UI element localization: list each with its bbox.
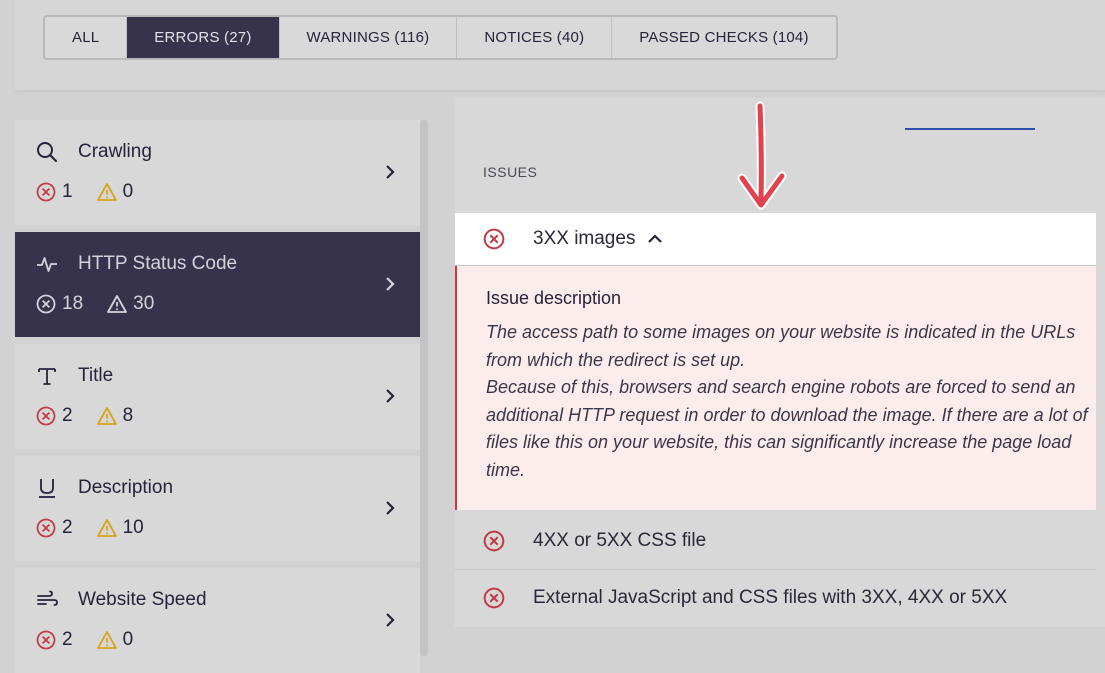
- issue-description-paragraph: Because of this, browsers and search eng…: [486, 377, 1088, 480]
- category-counts: 2 0: [36, 629, 133, 651]
- error-count: 2: [62, 405, 73, 426]
- error-icon: [36, 182, 56, 202]
- error-icon: [36, 294, 56, 314]
- warning-icon: [107, 295, 128, 313]
- text-t-icon: [38, 368, 56, 385]
- divider: [455, 569, 1096, 570]
- warning-icon: [96, 631, 117, 649]
- issue-title: 3XX images: [533, 228, 636, 249]
- tab-notices[interactable]: NOTICES (40): [457, 17, 613, 58]
- chevron-right-icon: [386, 613, 395, 627]
- chevron-right-icon: [386, 277, 395, 291]
- search-icon: [37, 142, 58, 163]
- warning-count: 0: [122, 629, 134, 650]
- error-count: 18: [62, 293, 84, 314]
- category-counts: 2 10: [36, 517, 144, 539]
- warning-icon: [96, 407, 117, 425]
- issue-row-external-js-css[interactable]: External JavaScript and CSS files with 3…: [455, 572, 1096, 624]
- issues-heading: ISSUES: [483, 164, 538, 180]
- error-icon: [483, 530, 505, 552]
- wind-icon: [37, 590, 58, 606]
- issue-row-4xx-css[interactable]: 4XX or 5XX CSS file: [455, 515, 1096, 567]
- error-count: 2: [62, 629, 73, 650]
- category-card-title[interactable]: Title 2 8: [15, 344, 420, 449]
- issue-filter-tabs: ALL ERRORS (27) WARNINGS (116) NOTICES (…: [43, 15, 838, 60]
- category-title: Title: [78, 365, 114, 386]
- tab-errors[interactable]: ERRORS (27): [127, 17, 280, 58]
- error-icon: [36, 630, 56, 650]
- pulse-icon: [37, 257, 57, 272]
- issue-description-panel: Issue description The access path to som…: [455, 266, 1096, 510]
- issue-title: 4XX or 5XX CSS file: [533, 530, 707, 551]
- tab-warnings[interactable]: WARNINGS (116): [280, 17, 458, 58]
- chevron-right-icon: [386, 165, 395, 179]
- warning-count: 0: [122, 181, 134, 202]
- link-underline[interactable]: [905, 128, 1035, 130]
- category-card-description[interactable]: Description 2 10: [15, 456, 420, 561]
- error-count: 2: [62, 517, 73, 538]
- issue-row-3xx-images[interactable]: 3XX images: [455, 213, 1096, 265]
- category-title: Crawling: [78, 141, 152, 162]
- issue-title: External JavaScript and CSS files with 3…: [533, 587, 1008, 608]
- issue-description-title: Issue description: [486, 288, 622, 308]
- issue-description-paragraph: The access path to some images on your w…: [486, 322, 1076, 370]
- warning-count: 10: [122, 517, 144, 538]
- category-title: Description: [78, 477, 174, 498]
- category-counts: 18 30: [36, 293, 154, 315]
- underline-u-icon: [39, 479, 55, 498]
- category-title: HTTP Status Code: [78, 253, 238, 274]
- category-counts: 2 8: [36, 405, 133, 427]
- error-icon: [36, 406, 56, 426]
- category-card-website-speed[interactable]: Website Speed 2 0: [15, 568, 420, 673]
- warning-icon: [96, 519, 117, 537]
- tab-all[interactable]: ALL: [45, 17, 128, 58]
- warning-count: 30: [133, 293, 155, 314]
- category-card-crawling[interactable]: Crawling 1 0: [15, 120, 420, 225]
- chevron-right-icon: [386, 389, 395, 403]
- tab-passed-checks[interactable]: PASSED CHECKS (104): [612, 17, 835, 58]
- issue-description-body: The access path to some images on your w…: [486, 319, 1096, 484]
- warning-icon: [96, 183, 117, 201]
- error-icon: [483, 587, 505, 609]
- sidebar-scrollbar[interactable]: [420, 120, 428, 656]
- category-title: Website Speed: [78, 589, 207, 610]
- error-icon: [483, 228, 505, 250]
- warning-count: 8: [122, 405, 134, 426]
- chevron-right-icon: [386, 501, 395, 515]
- error-count: 1: [62, 181, 73, 202]
- category-counts: 1 0: [36, 181, 133, 203]
- chevron-up-icon[interactable]: [647, 233, 663, 245]
- annotation-arrow-icon: [737, 101, 787, 210]
- error-icon: [36, 518, 56, 538]
- category-card-http-status-code[interactable]: HTTP Status Code 18 30: [15, 232, 420, 337]
